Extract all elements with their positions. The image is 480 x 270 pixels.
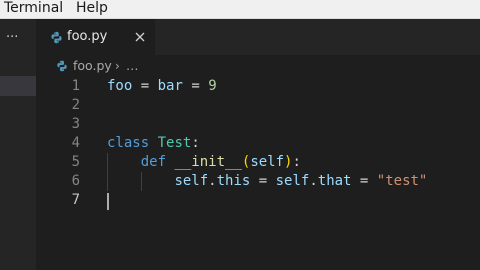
menu-terminal[interactable]: Terminal <box>4 0 63 19</box>
code-token: that <box>317 173 352 189</box>
sidebar-selected-item[interactable] <box>0 76 36 96</box>
line-number: 5 <box>71 154 80 170</box>
code-token: class <box>107 135 150 151</box>
code-editor[interactable]: 1 2 3 4 5 6 7 foo = bar = 9 class Test: def __i… <box>36 77 480 270</box>
python-file-icon <box>51 31 62 44</box>
code-token: self <box>174 173 209 189</box>
line-number: 6 <box>71 173 80 189</box>
code-token: = <box>351 173 377 189</box>
code-token: : <box>191 135 200 151</box>
breadcrumb-more[interactable]: … <box>126 55 139 77</box>
text-cursor <box>107 193 109 210</box>
menu-bar: Terminal Help <box>0 0 480 19</box>
tab-label: foo.py <box>67 29 108 44</box>
code-token: __init__ <box>174 154 242 170</box>
close-icon[interactable] <box>133 30 147 44</box>
code-token: bar <box>157 78 183 94</box>
code-token: = <box>250 173 276 189</box>
code-token: 9 <box>208 78 217 94</box>
more-actions-icon[interactable]: ··· <box>6 28 22 48</box>
code-line[interactable]: foo = bar = 9 <box>107 77 217 96</box>
code-token: self <box>250 154 285 170</box>
tab-strip: foo.py <box>36 19 480 55</box>
indent-guide <box>141 172 142 191</box>
vscode-window: Terminal Help ··· foo.py foo.py › … 1 2 … <box>0 0 480 270</box>
code-token: def <box>140 154 167 170</box>
line-number: 1 <box>71 78 80 94</box>
python-file-icon <box>57 60 67 72</box>
code-token: "test" <box>376 173 428 189</box>
code-token: Test <box>157 135 192 151</box>
code-token: : <box>292 154 301 170</box>
chevron-right-icon: › <box>115 59 120 73</box>
line-number: 4 <box>71 135 80 151</box>
code-token: . <box>208 173 217 189</box>
indent-guide <box>107 153 108 191</box>
code-token: = <box>182 78 209 94</box>
sidebar: ··· <box>0 19 36 270</box>
code-token: self <box>275 173 310 189</box>
code-line[interactable]: self.this = self.that = "test" <box>107 172 427 191</box>
line-number: 3 <box>71 116 80 132</box>
menu-help[interactable]: Help <box>76 0 108 19</box>
code-token: . <box>309 173 318 189</box>
code-token: foo <box>107 78 133 94</box>
code-line[interactable]: class Test: <box>107 134 200 153</box>
code-token: = <box>132 78 158 94</box>
code-token: this <box>216 173 251 189</box>
line-number: 7 <box>71 192 80 208</box>
tab-foo-py[interactable]: foo.py <box>36 19 155 55</box>
line-number: 2 <box>71 97 80 113</box>
breadcrumb-file[interactable]: foo.py <box>73 55 112 77</box>
breadcrumb: foo.py › … <box>36 55 480 77</box>
code-line[interactable]: def __init__(self): <box>107 153 301 172</box>
